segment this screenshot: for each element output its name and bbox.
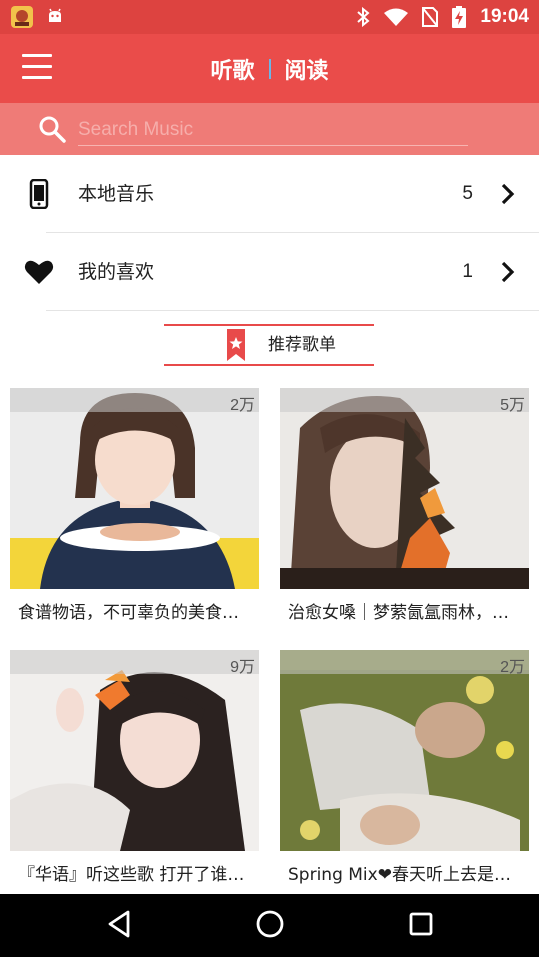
playlist-card[interactable]: 5万 治愈女嗓｜梦萦氤氲雨林，… [280, 388, 529, 633]
bluetooth-icon [357, 7, 370, 27]
playlist-title: 『华语』听这些歌 打开了谁… [18, 865, 245, 885]
playlist-cover[interactable]: 2万 [10, 388, 259, 589]
play-count: 2万 [500, 659, 525, 676]
no-sim-icon [422, 7, 439, 27]
status-bar: 19:04 [0, 0, 539, 34]
play-count-overlay: 2万 [280, 650, 529, 676]
phone-icon [29, 179, 49, 209]
playlist-card[interactable]: 9万 『华语』听这些歌 打开了谁… [10, 650, 259, 894]
home-icon[interactable] [255, 909, 285, 939]
tab-divider [268, 58, 271, 79]
status-time: 19:04 [480, 6, 529, 27]
list-item-favorites[interactable]: 我的喜欢 1 [0, 233, 539, 311]
favorites-count: 1 [462, 261, 473, 282]
local-music-count: 5 [462, 183, 473, 204]
android-notification-icon [49, 8, 61, 22]
recents-icon[interactable] [408, 909, 434, 939]
playlist-card[interactable]: 2万 Spring Mix❤春天听上去是… [280, 650, 529, 894]
game-app-icon [11, 6, 33, 28]
play-count-overlay: 5万 [280, 388, 529, 414]
playlist-cover[interactable]: 5万 [280, 388, 529, 589]
play-count: 2万 [230, 397, 255, 414]
cover-image [10, 650, 259, 851]
cover-image [10, 388, 259, 589]
bookmark-star-icon [227, 329, 245, 361]
recommended-playlists-header: 推荐歌单 [164, 324, 374, 366]
play-count: 5万 [500, 397, 525, 414]
cover-image [280, 388, 529, 589]
play-count-overlay: 2万 [10, 388, 259, 414]
divider [46, 310, 539, 311]
playlist-title: 治愈女嗓｜梦萦氤氲雨林，… [288, 603, 509, 623]
app-bar: 听歌 阅读 [0, 34, 539, 103]
tab-listen[interactable]: 听歌 [210, 53, 254, 85]
system-navigation-bar [0, 894, 539, 957]
tab-read[interactable]: 阅读 [285, 53, 329, 85]
favorites-label: 我的喜欢 [78, 261, 155, 283]
search-icon[interactable] [38, 115, 66, 143]
play-count: 9万 [230, 659, 255, 676]
wifi-icon [384, 8, 409, 26]
playlist-cover[interactable]: 9万 [10, 650, 259, 851]
battery-charging-icon [452, 6, 467, 28]
local-music-label: 本地音乐 [78, 183, 155, 205]
search-bar [0, 103, 539, 155]
top-tabs: 听歌 阅读 [0, 34, 539, 103]
section-title: 推荐歌单 [268, 335, 336, 355]
heart-icon [24, 260, 54, 284]
playlist-title: 食谱物语，不可辜负的美食… [18, 603, 239, 623]
cover-image [280, 650, 529, 851]
play-count-overlay: 9万 [10, 650, 259, 676]
list-item-local-music[interactable]: 本地音乐 5 [0, 155, 539, 233]
playlist-title: Spring Mix❤春天听上去是… [288, 865, 511, 885]
chevron-right-icon [501, 261, 515, 283]
search-input[interactable] [78, 115, 468, 146]
playlist-cover[interactable]: 2万 [280, 650, 529, 851]
chevron-right-icon [501, 183, 515, 205]
playlist-card[interactable]: 2万 食谱物语，不可辜负的美食… [10, 388, 259, 633]
back-icon[interactable] [106, 909, 132, 939]
hamburger-menu-icon[interactable] [22, 54, 56, 84]
